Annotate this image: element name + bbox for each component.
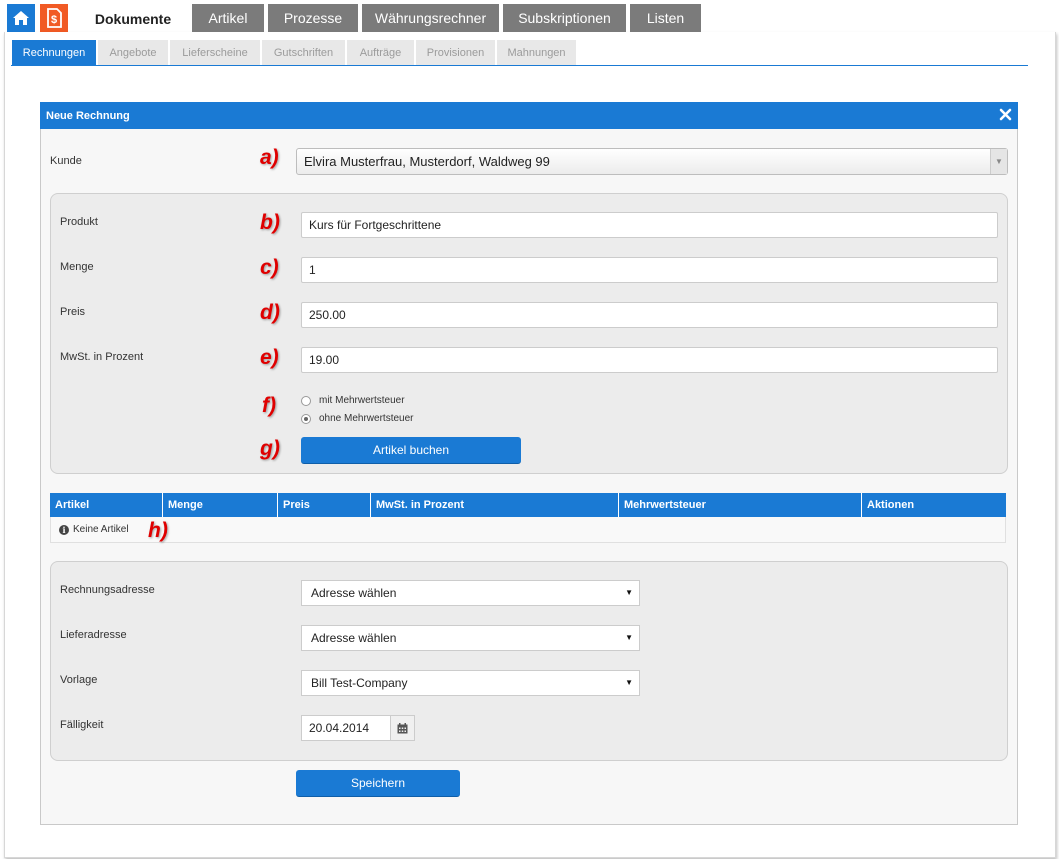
- svg-text:$: $: [51, 14, 57, 26]
- produkt-input[interactable]: Kurs für Fortgeschrittene: [301, 212, 998, 238]
- produkt-label: Produkt: [60, 216, 98, 228]
- vorlage-value: Bill Test-Company: [311, 676, 408, 690]
- dialog-title: Neue Rechnung: [46, 109, 130, 122]
- tab-listen[interactable]: Listen: [630, 4, 701, 32]
- faelligkeit-label: Fälligkeit: [60, 719, 104, 731]
- column-header[interactable]: Artikel: [50, 493, 162, 517]
- marker-g: g): [260, 437, 280, 460]
- column-header[interactable]: Mehrwertsteuer: [618, 493, 861, 517]
- column-header[interactable]: Preis: [277, 493, 370, 517]
- radio-mit-label: mit Mehrwertsteuer: [319, 395, 405, 406]
- save-button[interactable]: Speichern: [296, 770, 460, 797]
- lieferadresse-value: Adresse wählen: [311, 631, 397, 645]
- marker-f: f): [262, 394, 276, 417]
- radio-button[interactable]: [301, 395, 311, 406]
- tab-subskriptionen[interactable]: Subskriptionen: [503, 4, 626, 32]
- radio-ohne-mwst[interactable]: ohne Mehrwertsteuer: [301, 413, 414, 424]
- kunde-select[interactable]: Elvira Musterfrau, Musterdorf, Waldweg 9…: [296, 148, 1008, 175]
- column-header[interactable]: MwSt. in Prozent: [370, 493, 618, 517]
- kunde-value: Elvira Musterfrau, Musterdorf, Waldweg 9…: [304, 154, 550, 169]
- articles-table-header: Artikel Menge Preis MwSt. in Prozent Meh…: [50, 493, 1006, 517]
- marker-e: e): [260, 346, 279, 369]
- menge-input[interactable]: 1: [301, 257, 998, 283]
- tab-dokumente[interactable]: Dokumente: [78, 4, 188, 33]
- menge-label: Menge: [60, 261, 94, 273]
- empty-table-row: i Keine Artikel: [50, 517, 1006, 543]
- kunde-label: Kunde: [50, 155, 82, 167]
- home-icon[interactable]: [7, 4, 35, 32]
- subnav-divider: [11, 65, 1028, 66]
- preis-input[interactable]: 250.00: [301, 302, 998, 328]
- subtab-angebote[interactable]: Angebote: [98, 40, 168, 65]
- dialog-header: Neue Rechnung: [40, 102, 1018, 129]
- empty-table-text: Keine Artikel: [73, 524, 129, 535]
- faelligkeit-input[interactable]: 20.04.2014: [301, 715, 391, 741]
- rechnungsadresse-value: Adresse wählen: [311, 586, 397, 600]
- lieferadresse-label: Lieferadresse: [60, 629, 127, 641]
- caret-down-icon: ▼: [625, 633, 633, 642]
- book-article-button[interactable]: Artikel buchen: [301, 437, 521, 464]
- subtab-mahnungen[interactable]: Mahnungen: [497, 40, 576, 65]
- preis-label: Preis: [60, 306, 86, 318]
- radio-mit-mwst[interactable]: mit Mehrwertsteuer: [301, 395, 405, 406]
- caret-down-icon: ▼: [625, 588, 633, 597]
- tab-waehrungsrechner[interactable]: Währungsrechner: [362, 4, 499, 32]
- rechnungsadresse-select[interactable]: Adresse wählen ▼: [301, 580, 640, 606]
- caret-down-icon: ▼: [625, 678, 633, 687]
- marker-c: c): [260, 256, 279, 279]
- marker-d: d): [260, 301, 280, 324]
- subtab-gutschriften[interactable]: Gutschriften: [262, 40, 345, 65]
- subtab-provisionen[interactable]: Provisionen: [416, 40, 495, 65]
- radio-ohne-label: ohne Mehrwertsteuer: [319, 413, 414, 424]
- radio-button-checked[interactable]: [301, 413, 311, 424]
- calendar-icon[interactable]: [390, 715, 415, 741]
- column-header[interactable]: Menge: [162, 493, 277, 517]
- subtab-rechnungen[interactable]: Rechnungen: [12, 40, 96, 65]
- marker-a: a): [260, 146, 279, 169]
- marker-b: b): [260, 211, 280, 234]
- vorlage-label: Vorlage: [60, 674, 98, 686]
- column-header[interactable]: Aktionen: [861, 493, 1006, 517]
- invoice-icon[interactable]: $: [40, 4, 68, 32]
- mwst-label: MwSt. in Prozent: [60, 351, 144, 363]
- vorlage-select[interactable]: Bill Test-Company ▼: [301, 670, 640, 696]
- mwst-input[interactable]: 19.00: [301, 347, 998, 373]
- close-icon[interactable]: [999, 108, 1012, 121]
- subtab-lieferscheine[interactable]: Lieferscheine: [170, 40, 260, 65]
- tab-prozesse[interactable]: Prozesse: [268, 4, 358, 32]
- info-icon: i: [59, 524, 69, 535]
- main-nav: $ Dokumente Artikel Prozesse Währungsrec…: [0, 0, 1059, 33]
- marker-h: h): [148, 519, 168, 542]
- subtab-auftraege[interactable]: Aufträge: [347, 40, 414, 65]
- tab-artikel[interactable]: Artikel: [192, 4, 264, 32]
- rechnungsadresse-label: Rechnungsadresse: [60, 584, 155, 596]
- lieferadresse-select[interactable]: Adresse wählen ▼: [301, 625, 640, 651]
- chevron-down-icon[interactable]: ▼: [990, 149, 1007, 174]
